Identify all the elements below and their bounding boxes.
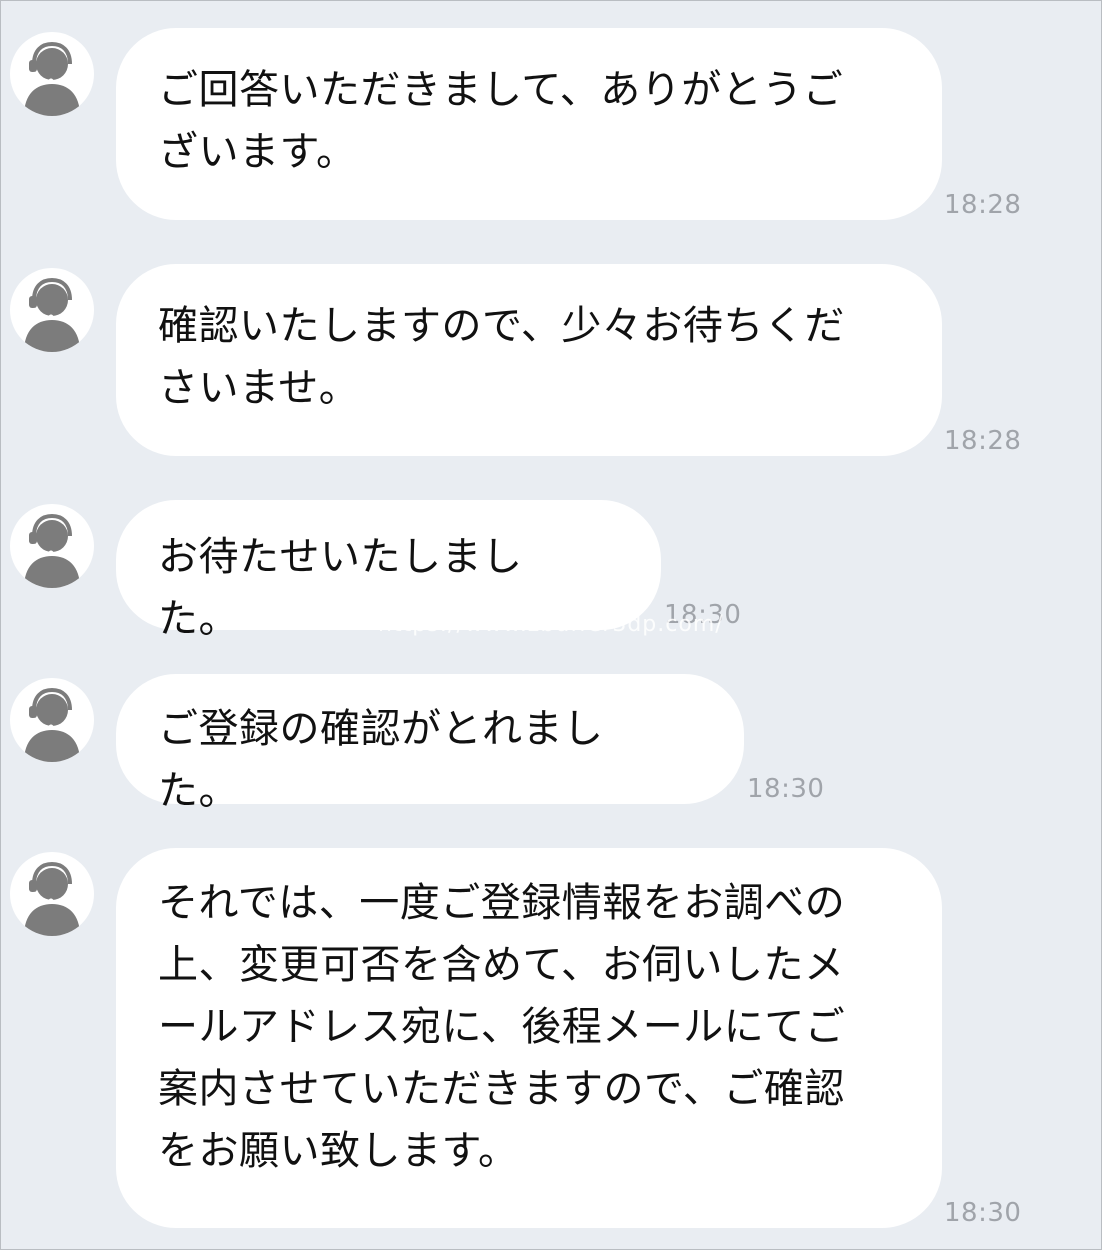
message-bubble: ご登録の確認がとれました。 [116, 674, 744, 814]
operator-headset-icon [24, 277, 80, 352]
operator-headset-icon [24, 41, 80, 116]
message-bubble: お待たせいたしました。 [116, 500, 661, 642]
watermark: https://www.zbuffer3dp.com/ [378, 612, 724, 637]
message-timestamp: 18:30 [747, 774, 825, 804]
agent-avatar [10, 32, 94, 116]
message-timestamp: 18:28 [944, 190, 1022, 220]
message-bubble: ご回答いただきまして、ありがとうご ざいます。 [116, 28, 942, 220]
operator-headset-icon [24, 861, 80, 936]
message-timestamp: 18:30 [944, 1198, 1022, 1228]
operator-headset-icon [24, 513, 80, 588]
message-timestamp: 18:28 [944, 426, 1022, 456]
agent-avatar [10, 678, 94, 762]
agent-avatar [10, 504, 94, 588]
message-bubble: それでは、一度ご登録情報をお調べの 上、変更可否を含めて、お伺いしたメ ールアド… [116, 848, 942, 1228]
operator-headset-icon [24, 687, 80, 762]
message-bubble: 確認いたしますので、少々お待ちくだ さいませ。 [116, 264, 942, 456]
agent-avatar [10, 852, 94, 936]
agent-avatar [10, 268, 94, 352]
